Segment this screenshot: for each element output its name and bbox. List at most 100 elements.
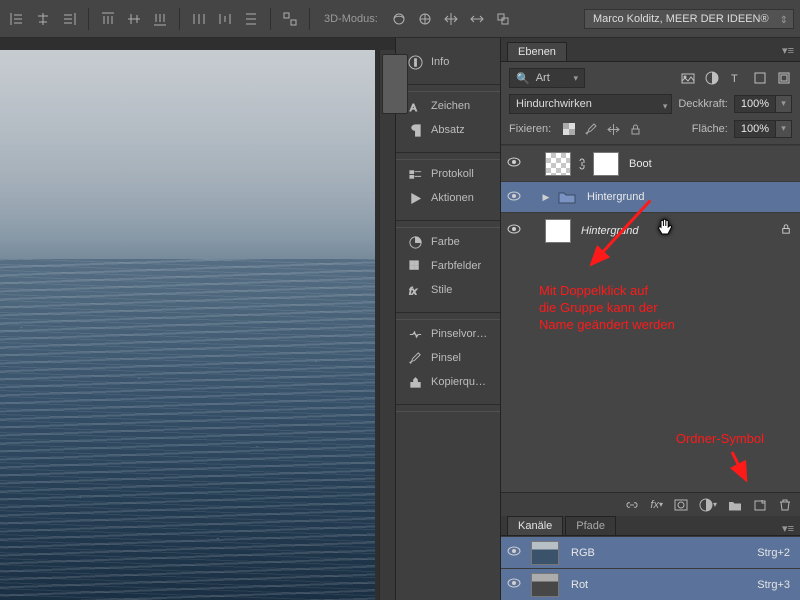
opacity-flyout-button[interactable]: ▾: [776, 95, 792, 113]
distribute-v-icon[interactable]: [240, 8, 262, 30]
align-left-icon[interactable]: [6, 8, 28, 30]
panel-character[interactable]: AZeichen: [396, 94, 500, 118]
scrollbar-thumb[interactable]: [382, 54, 408, 114]
lock-label: Fixieren:: [509, 123, 551, 135]
workspace-switcher[interactable]: Marco Kolditz, MEER DER IDEEN®: [584, 9, 794, 29]
annotation-rename-hint: Mit Doppelklick auf die Gruppe kann der …: [539, 282, 675, 333]
channel-name: RGB: [571, 547, 595, 559]
filter-type-icon[interactable]: T: [728, 70, 744, 86]
align-bottom-icon[interactable]: [149, 8, 171, 30]
align-vcenter-icon[interactable]: [123, 8, 145, 30]
fill-value[interactable]: 100%: [734, 120, 776, 138]
layer-row-background[interactable]: Hintergrund: [501, 212, 800, 248]
channel-shortcut: Strg+3: [757, 579, 790, 591]
panel-paragraph[interactable]: Absatz: [396, 118, 500, 142]
vertical-scrollbar[interactable]: [379, 50, 395, 600]
panel-brush[interactable]: Pinsel: [396, 346, 500, 370]
new-layer-icon[interactable]: [753, 498, 767, 512]
layer-thumb[interactable]: [545, 219, 571, 243]
panel-swatches[interactable]: Farbfelder: [396, 254, 500, 278]
annotation-arrow-icon: [724, 450, 752, 484]
panel-menu-icon[interactable]: ▾≡: [782, 44, 794, 57]
filter-pixel-icon[interactable]: [680, 70, 696, 86]
new-group-icon[interactable]: [728, 498, 742, 512]
channel-row-rgb[interactable]: RGB Strg+2: [501, 536, 800, 568]
document-canvas[interactable]: [0, 50, 375, 600]
lock-icon: [780, 223, 792, 238]
visibility-toggle[interactable]: [505, 189, 523, 206]
opacity-label: Deckkraft:: [678, 98, 728, 110]
visibility-toggle[interactable]: [505, 576, 523, 593]
3d-slide-icon[interactable]: [466, 8, 488, 30]
channel-thumb: [531, 573, 559, 597]
layers-panel-tabs: Ebenen ▾≡: [501, 38, 800, 62]
annotation-area: Mit Doppelklick auf die Gruppe kann der …: [501, 248, 800, 492]
visibility-toggle[interactable]: [505, 222, 523, 239]
visibility-toggle[interactable]: [505, 155, 523, 172]
panel-brush-presets[interactable]: Pinselvorga...: [396, 322, 500, 346]
panel-styles[interactable]: fxStile: [396, 278, 500, 302]
panel-menu-icon[interactable]: ▾≡: [782, 522, 794, 535]
filter-adjust-icon[interactable]: [704, 70, 720, 86]
main-area: Info AZeichen Absatz Protokoll Aktionen …: [0, 38, 800, 600]
layers-footer: fx▾ ▾: [501, 492, 800, 516]
filter-shape-icon[interactable]: [752, 70, 768, 86]
3d-roll-icon[interactable]: [414, 8, 436, 30]
link-layers-icon[interactable]: [625, 498, 639, 512]
3d-orbit-icon[interactable]: [388, 8, 410, 30]
layer-thumb[interactable]: [545, 152, 571, 176]
svg-text:A: A: [410, 103, 417, 114]
visibility-toggle[interactable]: [505, 544, 523, 561]
channel-row-red[interactable]: Rot Strg+3: [501, 568, 800, 600]
panel-info[interactable]: Info: [396, 50, 500, 74]
collapsed-panels-dock: Info AZeichen Absatz Protokoll Aktionen …: [395, 38, 501, 600]
panel-actions[interactable]: Aktionen: [396, 186, 500, 210]
distribute-hcenter-icon[interactable]: [214, 8, 236, 30]
3d-scale-icon[interactable]: [492, 8, 514, 30]
channel-name: Rot: [571, 579, 588, 591]
tab-layers[interactable]: Ebenen: [507, 42, 567, 61]
right-panels: Ebenen ▾≡ 🔍 Art ▾ T Hindurchwirke: [501, 38, 800, 600]
search-icon: 🔍: [516, 72, 530, 85]
canvas-column: [0, 38, 395, 600]
tab-paths[interactable]: Pfade: [565, 516, 616, 535]
channel-thumb: [531, 541, 559, 565]
fill-flyout-button[interactable]: ▾: [776, 120, 792, 138]
channel-shortcut: Strg+2: [757, 547, 790, 559]
layer-style-icon[interactable]: fx▾: [650, 499, 663, 511]
layers-panel-options: 🔍 Art ▾ T Hindurchwirken Deckkraft: 100%: [501, 62, 800, 145]
layer-name[interactable]: Boot: [629, 158, 652, 170]
mode-3d-label: 3D-Modus:: [324, 13, 378, 25]
layer-filter-kind-label: Art: [536, 72, 550, 84]
layer-mask-icon[interactable]: [674, 498, 688, 512]
blend-mode-dropdown[interactable]: Hindurchwirken: [509, 94, 672, 114]
opacity-value[interactable]: 100%: [734, 95, 776, 113]
svg-text:T: T: [731, 73, 738, 85]
fill-label: Fläche:: [692, 123, 728, 135]
layer-filter-icons: T: [680, 70, 792, 86]
panel-color[interactable]: Farbe: [396, 230, 500, 254]
tab-channels[interactable]: Kanäle: [507, 516, 563, 535]
align-top-icon[interactable]: [97, 8, 119, 30]
group-disclosure-icon[interactable]: ▶: [541, 192, 551, 203]
panel-history[interactable]: Protokoll: [396, 162, 500, 186]
adjustment-layer-icon[interactable]: ▾: [699, 498, 717, 512]
filter-smart-icon[interactable]: [776, 70, 792, 86]
distribute-h-icon[interactable]: [188, 8, 210, 30]
channels-list: RGB Strg+2 Rot Strg+3: [501, 536, 800, 600]
panel-clone-source[interactable]: Kopierquelle: [396, 370, 500, 394]
lock-all-icon[interactable]: [627, 121, 643, 137]
align-right-icon[interactable]: [58, 8, 80, 30]
layer-row-boot[interactable]: Boot: [501, 145, 800, 181]
3d-pan-icon[interactable]: [440, 8, 462, 30]
layer-filter-kind[interactable]: 🔍 Art ▾: [509, 68, 585, 88]
folder-icon: [557, 189, 577, 205]
lock-pixels-icon[interactable]: [583, 121, 599, 137]
align-hcenter-icon[interactable]: [32, 8, 54, 30]
lock-position-icon[interactable]: [605, 121, 621, 137]
mask-thumb[interactable]: [593, 152, 619, 176]
delete-layer-icon[interactable]: [778, 498, 792, 512]
mask-link-icon[interactable]: [577, 152, 587, 176]
auto-align-icon[interactable]: [279, 8, 301, 30]
lock-transparent-icon[interactable]: [561, 121, 577, 137]
